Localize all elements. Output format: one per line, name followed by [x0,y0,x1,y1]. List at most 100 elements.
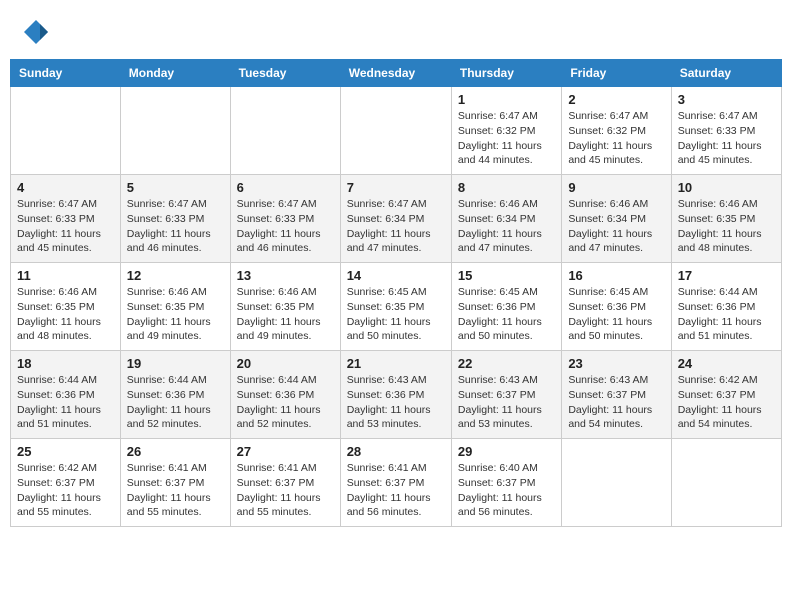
calendar-cell: 16 Sunrise: 6:45 AM Sunset: 6:36 PM Dayli… [562,263,671,351]
day-info: Sunrise: 6:46 AM Sunset: 6:35 PM Dayligh… [127,285,224,344]
day-info: Sunrise: 6:47 AM Sunset: 6:33 PM Dayligh… [17,197,114,256]
day-number: 14 [347,268,445,283]
calendar-cell: 3Sunrise: 6:47 AM Sunset: 6:33 PM Daylig… [671,87,781,175]
calendar-cell: 15 Sunrise: 6:45 AM Sunset: 6:36 PM Dayli… [451,263,561,351]
calendar-cell: 14 Sunrise: 6:45 AM Sunset: 6:35 PM Dayli… [340,263,451,351]
weekday-header-cell: Sunday [11,60,121,87]
day-number: 4 [17,180,114,195]
day-info: Sunrise: 6:44 AM Sunset: 6:36 PM Dayligh… [678,285,775,344]
day-number: 26 [127,444,224,459]
day-number: 25 [17,444,114,459]
calendar-body: 1 Sunrise: 6:47 AM Sunset: 6:32 PM Daylig… [11,87,782,527]
day-info: Sunrise: 6:46 AM Sunset: 6:34 PM Dayligh… [568,197,664,256]
calendar-cell: 28 Sunrise: 6:41 AM Sunset: 6:37 PM Dayli… [340,439,451,527]
day-info: Sunrise: 6:46 AM Sunset: 6:35 PM Dayligh… [17,285,114,344]
day-number: 18 [17,356,114,371]
day-number: 15 [458,268,555,283]
logo-icon [22,18,50,46]
day-number: 22 [458,356,555,371]
day-number: 6 [237,180,334,195]
day-info: Sunrise: 6:44 AM Sunset: 6:36 PM Dayligh… [17,373,114,432]
calendar-cell: 19 Sunrise: 6:44 AM Sunset: 6:36 PM Dayli… [120,351,230,439]
day-number: 24 [678,356,775,371]
day-number: 29 [458,444,555,459]
day-number: 13 [237,268,334,283]
weekday-header-cell: Thursday [451,60,561,87]
day-info: Sunrise: 6:42 AM Sunset: 6:37 PM Dayligh… [17,461,114,520]
day-number: 7 [347,180,445,195]
day-info: Sunrise: 6:47 AM Sunset: 6:33 PM Dayligh… [678,109,775,168]
day-info: Sunrise: 6:46 AM Sunset: 6:35 PM Dayligh… [237,285,334,344]
calendar-cell: 17 Sunrise: 6:44 AM Sunset: 6:36 PM Dayli… [671,263,781,351]
day-info: Sunrise: 6:41 AM Sunset: 6:37 PM Dayligh… [127,461,224,520]
day-number: 11 [17,268,114,283]
calendar-cell: 23 Sunrise: 6:43 AM Sunset: 6:37 PM Dayli… [562,351,671,439]
day-info: Sunrise: 6:46 AM Sunset: 6:34 PM Dayligh… [458,197,555,256]
day-info: Sunrise: 6:44 AM Sunset: 6:36 PM Dayligh… [127,373,224,432]
day-info: Sunrise: 6:43 AM Sunset: 6:36 PM Dayligh… [347,373,445,432]
calendar-cell: 9 Sunrise: 6:46 AM Sunset: 6:34 PM Daylig… [562,175,671,263]
calendar-cell: 7 Sunrise: 6:47 AM Sunset: 6:34 PM Daylig… [340,175,451,263]
day-info: Sunrise: 6:45 AM Sunset: 6:36 PM Dayligh… [568,285,664,344]
day-number: 8 [458,180,555,195]
day-number: 10 [678,180,775,195]
calendar-wrapper: SundayMondayTuesdayWednesdayThursdayFrid… [0,59,792,537]
calendar-cell: 12Sunrise: 6:46 AM Sunset: 6:35 PM Dayli… [120,263,230,351]
logo [20,18,50,51]
calendar-cell: 4 Sunrise: 6:47 AM Sunset: 6:33 PM Daylig… [11,175,121,263]
day-number: 27 [237,444,334,459]
day-info: Sunrise: 6:40 AM Sunset: 6:37 PM Dayligh… [458,461,555,520]
calendar-cell: 6 Sunrise: 6:47 AM Sunset: 6:33 PM Daylig… [230,175,340,263]
calendar-cell: 10 Sunrise: 6:46 AM Sunset: 6:35 PM Dayli… [671,175,781,263]
day-info: Sunrise: 6:41 AM Sunset: 6:37 PM Dayligh… [237,461,334,520]
calendar-week-row: 1 Sunrise: 6:47 AM Sunset: 6:32 PM Daylig… [11,87,782,175]
weekday-header-cell: Saturday [671,60,781,87]
day-info: Sunrise: 6:47 AM Sunset: 6:32 PM Dayligh… [568,109,664,168]
calendar-cell: 13 Sunrise: 6:46 AM Sunset: 6:35 PM Dayli… [230,263,340,351]
calendar-cell: 8 Sunrise: 6:46 AM Sunset: 6:34 PM Daylig… [451,175,561,263]
day-info: Sunrise: 6:41 AM Sunset: 6:37 PM Dayligh… [347,461,445,520]
day-number: 21 [347,356,445,371]
day-info: Sunrise: 6:45 AM Sunset: 6:36 PM Dayligh… [458,285,555,344]
day-info: Sunrise: 6:44 AM Sunset: 6:36 PM Dayligh… [237,373,334,432]
calendar-cell: 27 Sunrise: 6:41 AM Sunset: 6:37 PM Dayli… [230,439,340,527]
day-info: Sunrise: 6:47 AM Sunset: 6:33 PM Dayligh… [127,197,224,256]
day-number: 19 [127,356,224,371]
day-number: 5 [127,180,224,195]
day-info: Sunrise: 6:45 AM Sunset: 6:35 PM Dayligh… [347,285,445,344]
calendar-cell: 26 Sunrise: 6:41 AM Sunset: 6:37 PM Dayli… [120,439,230,527]
weekday-header-cell: Wednesday [340,60,451,87]
calendar-cell: 25 Sunrise: 6:42 AM Sunset: 6:37 PM Dayli… [11,439,121,527]
calendar-cell: 21 Sunrise: 6:43 AM Sunset: 6:36 PM Dayli… [340,351,451,439]
calendar-cell [340,87,451,175]
day-number: 23 [568,356,664,371]
day-info: Sunrise: 6:46 AM Sunset: 6:35 PM Dayligh… [678,197,775,256]
calendar-week-row: 25 Sunrise: 6:42 AM Sunset: 6:37 PM Dayli… [11,439,782,527]
calendar-cell: 29 Sunrise: 6:40 AM Sunset: 6:37 PM Dayli… [451,439,561,527]
day-number: 2 [568,92,664,107]
calendar-cell: 24Sunrise: 6:42 AM Sunset: 6:37 PM Dayli… [671,351,781,439]
calendar-week-row: 11 Sunrise: 6:46 AM Sunset: 6:35 PM Dayli… [11,263,782,351]
calendar-cell [562,439,671,527]
day-number: 17 [678,268,775,283]
calendar-cell: 18 Sunrise: 6:44 AM Sunset: 6:36 PM Dayli… [11,351,121,439]
calendar-table: SundayMondayTuesdayWednesdayThursdayFrid… [10,59,782,527]
calendar-cell: 20 Sunrise: 6:44 AM Sunset: 6:36 PM Dayli… [230,351,340,439]
day-number: 28 [347,444,445,459]
day-info: Sunrise: 6:47 AM Sunset: 6:34 PM Dayligh… [347,197,445,256]
calendar-cell: 1 Sunrise: 6:47 AM Sunset: 6:32 PM Daylig… [451,87,561,175]
calendar-week-row: 18 Sunrise: 6:44 AM Sunset: 6:36 PM Dayli… [11,351,782,439]
day-number: 1 [458,92,555,107]
weekday-header-cell: Friday [562,60,671,87]
calendar-cell: 2 Sunrise: 6:47 AM Sunset: 6:32 PM Daylig… [562,87,671,175]
day-info: Sunrise: 6:47 AM Sunset: 6:32 PM Dayligh… [458,109,555,168]
day-number: 20 [237,356,334,371]
calendar-cell [230,87,340,175]
day-info: Sunrise: 6:47 AM Sunset: 6:33 PM Dayligh… [237,197,334,256]
day-number: 16 [568,268,664,283]
calendar-cell [120,87,230,175]
calendar-cell [11,87,121,175]
day-number: 9 [568,180,664,195]
calendar-cell [671,439,781,527]
day-info: Sunrise: 6:43 AM Sunset: 6:37 PM Dayligh… [568,373,664,432]
